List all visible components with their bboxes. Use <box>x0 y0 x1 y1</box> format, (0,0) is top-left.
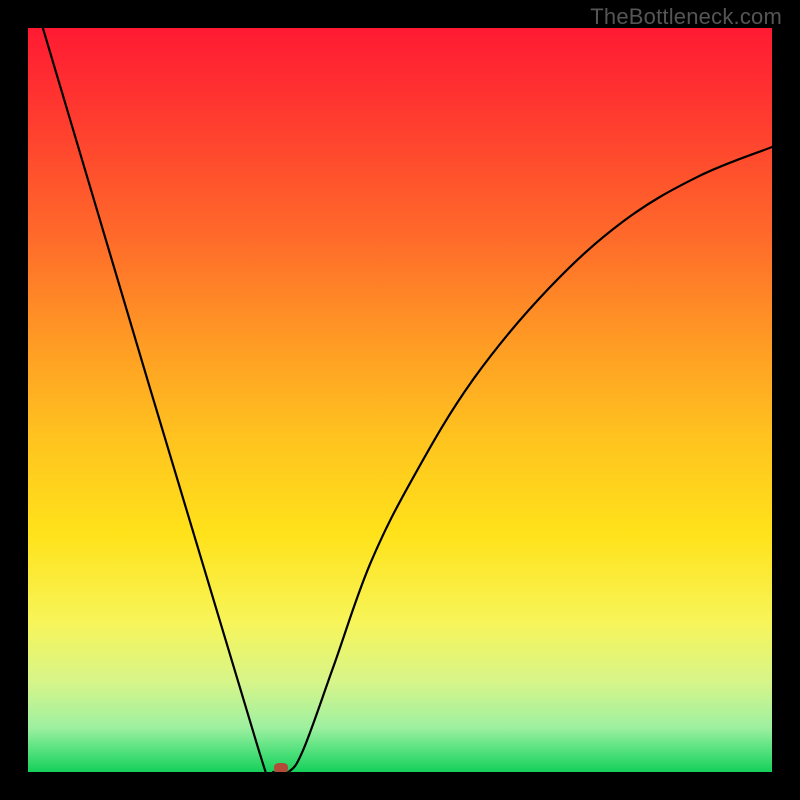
watermark-text: TheBottleneck.com <box>590 4 782 30</box>
bottleneck-curve <box>43 28 772 772</box>
marker-point <box>274 763 288 772</box>
curve-svg <box>28 28 772 772</box>
plot-area <box>28 28 772 772</box>
chart-frame: TheBottleneck.com <box>0 0 800 800</box>
